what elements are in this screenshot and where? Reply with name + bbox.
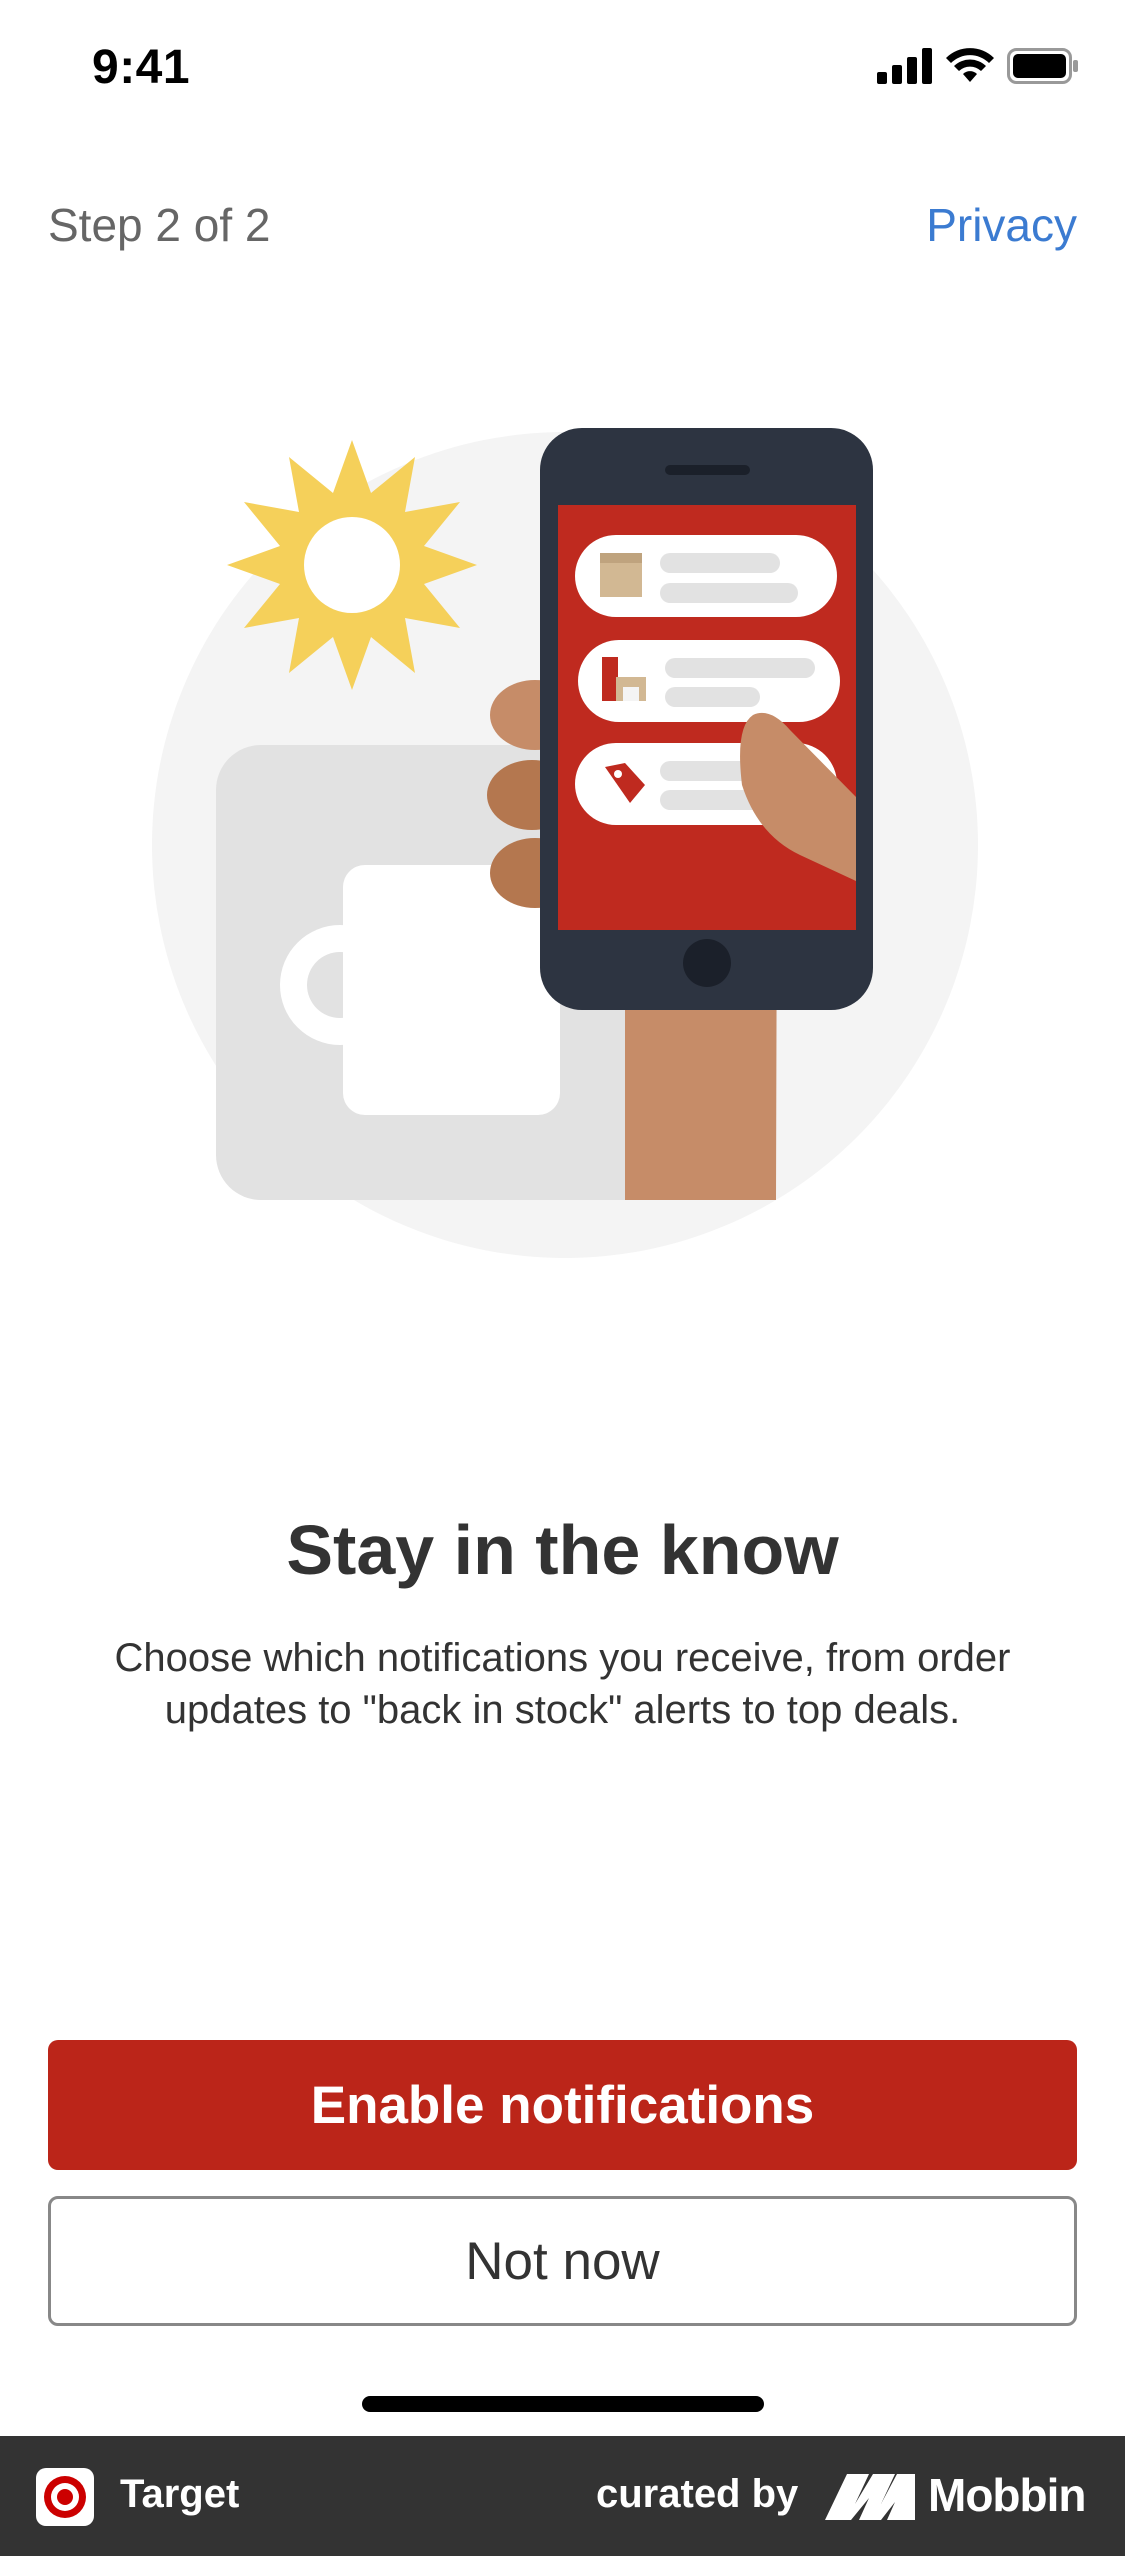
step-indicator: Step 2 of 2: [48, 199, 271, 251]
status-time: 9:41: [92, 41, 191, 94]
privacy-link[interactable]: Privacy: [926, 198, 1077, 252]
home-indicator: [362, 2396, 764, 2412]
not-now-button[interactable]: Not now: [48, 2196, 1077, 2326]
enable-notifications-button[interactable]: Enable notifications: [48, 2040, 1077, 2170]
phone-in-hand-illustration: [152, 428, 978, 1258]
notification-card-package: [575, 535, 837, 617]
top-nav: Step 2 of 2 Privacy: [0, 180, 1125, 260]
battery-icon: [1007, 48, 1078, 84]
notification-card-stock: [578, 640, 840, 722]
footer-app-name: Target: [120, 2472, 240, 2516]
notifications-illustration: [150, 425, 980, 1265]
footer-curated-by: curated by: [596, 2472, 799, 2516]
footer-brand: Mobbin: [928, 2469, 1086, 2521]
page-description: Choose which notifications you receive, …: [114, 1636, 1011, 1732]
wifi-icon: [946, 48, 994, 82]
target-logo-icon: [36, 2468, 94, 2526]
status-icons: [877, 48, 1078, 88]
page-title: Stay in the know: [286, 1511, 839, 1589]
mobbin-logo-icon: [825, 2474, 915, 2520]
cellular-signal-icon: [877, 48, 932, 84]
footer-bar: Target curated by Mobbin: [0, 2436, 1125, 2556]
status-bar: 9:41: [0, 0, 1125, 140]
